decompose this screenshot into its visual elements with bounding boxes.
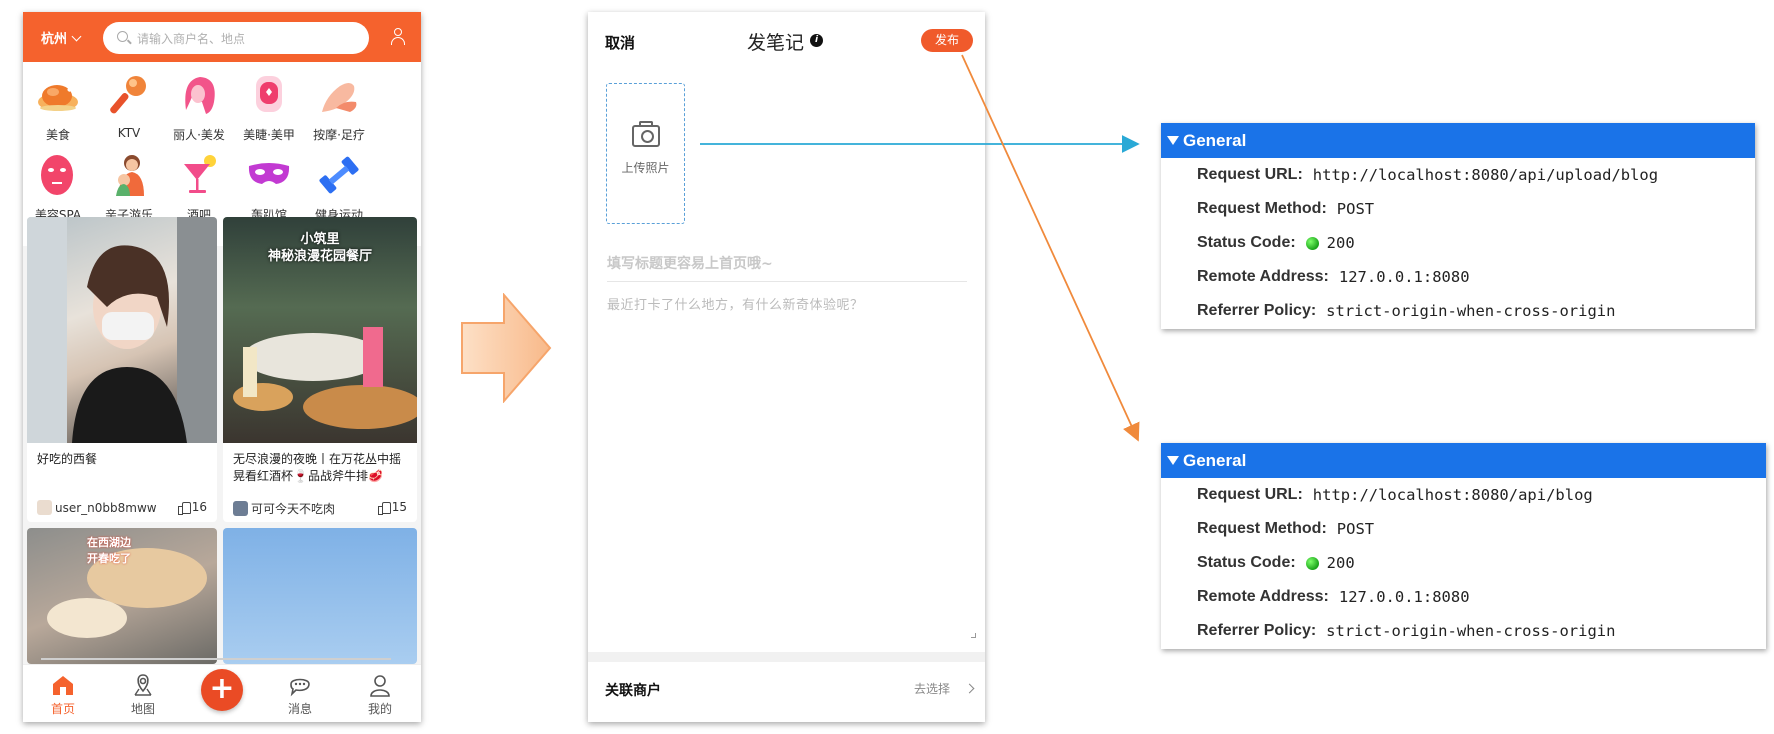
tab-home[interactable]: 首页 — [33, 673, 93, 717]
like-button[interactable]: 16 — [177, 500, 207, 515]
create-note-phone: 取消 发笔记 i 发布 上传照片 填写标题更容易上首页哦~ 最近打卡了什么地方，… — [588, 12, 985, 722]
blog-card[interactable] — [223, 528, 417, 664]
category-bar[interactable]: 酒吧 — [159, 152, 239, 223]
general-section-header[interactable]: General — [1161, 443, 1766, 478]
city-label: 杭州 — [41, 32, 68, 47]
scroll-indicator — [41, 658, 391, 660]
dumbbell-icon — [316, 152, 362, 198]
tab-messages[interactable]: 消息 — [270, 673, 330, 717]
status-code-row: Status Code: 200 — [1197, 554, 1355, 572]
referrer-policy-row: Referrer Policy: strict-origin-when-cross… — [1197, 622, 1616, 640]
blog-card-image: 在西湖边 开春吃了 — [27, 528, 217, 664]
microphone-icon — [106, 72, 152, 118]
message-icon — [288, 673, 312, 697]
note-title-input[interactable]: 填写标题更容易上首页哦~ — [607, 253, 967, 282]
note-body-textarea[interactable]: 最近打卡了什么地方，有什么新奇体验呢？ — [607, 294, 864, 313]
general-section-header[interactable]: General — [1161, 123, 1755, 158]
referrer-policy-row: Referrer Policy: strict-origin-when-cross… — [1197, 302, 1616, 320]
camera-icon — [632, 121, 660, 147]
user-icon[interactable] — [390, 28, 406, 46]
like-button[interactable]: 15 — [377, 500, 407, 515]
category-ktv[interactable]: KTV — [89, 72, 169, 140]
parent-child-icon — [106, 152, 152, 198]
blog-author: 可可今天不吃肉 — [233, 500, 335, 517]
category-spa[interactable]: 美容SPA — [23, 152, 98, 223]
avatar — [37, 500, 52, 515]
related-shop-label: 关联商户 — [605, 683, 661, 699]
blog-card[interactable]: 好吃的西餐 user_n0bb8mww 16 — [27, 217, 217, 522]
publish-button[interactable]: 发布 — [921, 29, 973, 52]
devtools-general-panel: General Request URL: http://localhost:808… — [1161, 123, 1755, 329]
remote-address-row: Remote Address: 127.0.0.1:8080 — [1197, 588, 1470, 606]
search-icon — [117, 31, 128, 42]
thumb-up-icon — [177, 501, 191, 515]
hair-icon — [176, 72, 222, 118]
cancel-button[interactable]: 取消 — [605, 32, 635, 53]
resize-handle[interactable] — [971, 633, 976, 638]
face-mask-icon — [35, 152, 81, 198]
blog-card[interactable]: 小筑里 神秘浪漫花园餐厅 无尽浪漫的夜晚丨在万花丛中摇晃看红酒杯🍷品战斧牛排🥩 … — [223, 217, 417, 522]
request-method-row: Request Method: POST — [1197, 200, 1375, 218]
blog-card[interactable]: 在西湖边 开春吃了 — [27, 528, 217, 664]
bottom-tab-bar: 首页 地图 + 消息 我的 — [23, 664, 421, 722]
category-food[interactable]: 美食 — [23, 72, 98, 143]
request-url-row: Request URL: http://localhost:8080/api/up… — [1197, 166, 1659, 184]
category-fitness[interactable]: 健身运动 — [299, 152, 379, 223]
request-method-row: Request Method: POST — [1197, 520, 1375, 538]
chevron-right-icon[interactable] — [964, 683, 975, 694]
request-url-row: Request URL: http://localhost:8080/api/bl… — [1197, 486, 1593, 504]
category-beauty-hair[interactable]: 丽人·美发 — [159, 72, 239, 143]
avatar — [233, 501, 248, 516]
info-icon[interactable]: i — [810, 34, 823, 47]
roast-chicken-icon — [35, 72, 81, 118]
category-massage[interactable]: 按摩·足疗 — [299, 72, 379, 143]
status-ok-icon — [1305, 556, 1319, 570]
status-ok-icon — [1305, 236, 1319, 250]
massage-hand-icon — [316, 72, 362, 118]
status-code-row: Status Code: 200 — [1197, 234, 1355, 252]
search-placeholder: 请输入商户名、地点 — [137, 32, 246, 46]
search-input[interactable]: 请输入商户名、地点 — [103, 22, 369, 54]
category-family-fun[interactable]: 亲子游乐 — [89, 152, 169, 223]
chevron-down-icon — [71, 31, 82, 42]
category-party-hall[interactable]: 轰趴馆 — [229, 152, 309, 223]
home-icon — [51, 673, 75, 697]
party-mask-icon — [246, 152, 292, 198]
tab-map[interactable]: 地图 — [113, 673, 173, 717]
plus-icon: + — [209, 671, 235, 706]
blog-card-image: 小筑里 神秘浪漫花园餐厅 — [223, 217, 417, 443]
nail-icon — [246, 72, 292, 118]
page-title: 发笔记 — [747, 32, 805, 54]
home-header: 杭州 请输入商户名、地点 — [23, 12, 421, 62]
triangle-down-icon — [1167, 456, 1179, 465]
devtools-general-panel: General Request URL: http://localhost:808… — [1161, 443, 1766, 649]
triangle-down-icon — [1167, 136, 1179, 145]
blog-author: user_n0bb8mww — [37, 500, 157, 515]
category-lash-nail[interactable]: 美睫·美甲 — [229, 72, 309, 143]
city-selector[interactable]: 杭州 — [41, 28, 82, 47]
blog-card-image — [27, 217, 217, 443]
add-post-button[interactable]: + — [201, 669, 243, 711]
thumb-up-icon — [377, 501, 391, 515]
home-screen-phone: 杭州 请输入商户名、地点 美食 KTV 丽人·美发 美睫·美甲 按摩·足疗 美容… — [23, 12, 421, 722]
divider — [588, 652, 985, 662]
choose-shop-link[interactable]: 去选择 — [914, 680, 950, 697]
cocktail-icon — [176, 152, 222, 198]
map-pin-icon — [131, 673, 155, 697]
flow-arrow-icon — [461, 293, 552, 403]
publish-request-arrow — [961, 54, 1140, 442]
tab-profile[interactable]: 我的 — [350, 673, 410, 717]
profile-icon — [368, 673, 392, 697]
upload-photo-button[interactable]: 上传照片 — [606, 83, 685, 224]
remote-address-row: Remote Address: 127.0.0.1:8080 — [1197, 268, 1470, 286]
